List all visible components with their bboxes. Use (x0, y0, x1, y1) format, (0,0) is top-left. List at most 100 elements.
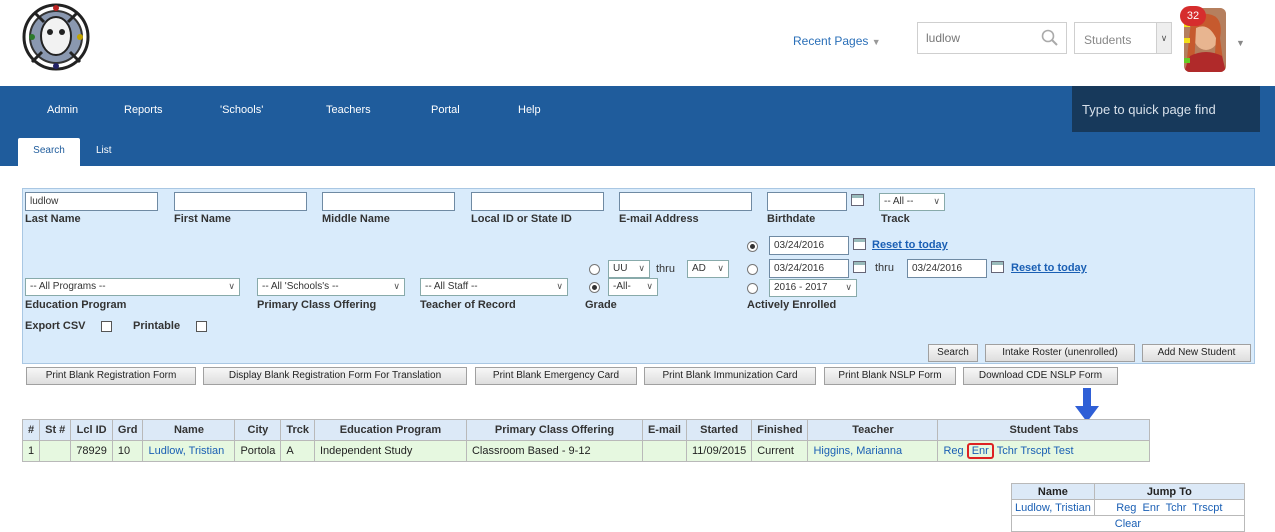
row-started: 11/09/2015 (685, 440, 753, 462)
nav-admin[interactable]: Admin (47, 104, 78, 116)
add-new-student-button[interactable]: Add New Student (1142, 344, 1251, 362)
grade-range-radio[interactable] (589, 264, 600, 275)
teacher-label: Teacher of Record (420, 299, 516, 311)
tab-link-test[interactable]: Test (1053, 445, 1073, 457)
jump-link-enr[interactable]: Enr (1143, 502, 1160, 514)
nav-help[interactable]: Help (518, 104, 541, 116)
jump-links-cell: Reg Enr Tchr Trscpt (1093, 499, 1245, 516)
col-header[interactable]: Name (142, 419, 236, 441)
tab-link-reg[interactable]: Reg (943, 445, 963, 457)
middle-name-input[interactable] (322, 192, 455, 211)
col-header[interactable]: St # (39, 419, 72, 441)
chevron-down-icon[interactable]: ∨ (1156, 23, 1171, 53)
grade-to-select[interactable]: AD (687, 260, 729, 278)
grade-all-radio[interactable] (589, 282, 600, 293)
col-header[interactable]: Finished (751, 419, 809, 441)
enrolled-to-input[interactable]: 03/24/2016 (907, 259, 987, 278)
intake-roster-button[interactable]: Intake Roster (unenrolled) (985, 344, 1135, 362)
email-input[interactable] (619, 192, 752, 211)
col-header[interactable]: Education Program (313, 419, 467, 441)
nav-teachers[interactable]: Teachers (326, 104, 371, 116)
enrolled-year-radio[interactable] (747, 283, 758, 294)
chevron-down-icon[interactable]: ▼ (1236, 38, 1245, 48)
enrolled-date-radio[interactable] (747, 241, 758, 252)
recent-pages-menu[interactable]: Recent Pages ▼ (793, 34, 881, 48)
printable-checkbox[interactable] (196, 321, 207, 332)
birthdate-input[interactable] (767, 192, 847, 211)
jump-link-tchr[interactable]: Tchr (1166, 502, 1187, 514)
recent-pages-label: Recent Pages (793, 34, 869, 48)
col-header[interactable]: E-mail (641, 419, 687, 441)
last-name-label: Last Name (25, 213, 81, 225)
row-st-number (39, 440, 72, 462)
tab-link-tchr[interactable]: Tchr (997, 445, 1018, 457)
teacher-link[interactable]: Higgins, Marianna (807, 440, 939, 462)
tab-search[interactable]: Search (18, 138, 80, 166)
enrolled-year-select[interactable]: 2016 - 2017 (769, 279, 857, 297)
table-row: Clear (1011, 515, 1245, 532)
email-label: E-mail Address (619, 213, 699, 225)
col-header[interactable]: Started (685, 419, 753, 441)
grade-label: Grade (585, 299, 617, 311)
tab-link-enr[interactable]: Enr (966, 443, 994, 459)
print-nslp-form-button[interactable]: Print Blank NSLP Form (824, 367, 956, 385)
nav-schools[interactable]: 'Schools' (220, 104, 263, 116)
display-translation-form-button[interactable]: Display Blank Registration Form For Tran… (203, 367, 467, 385)
student-name-link[interactable]: Ludlow, Tristian (142, 440, 236, 462)
search-icon[interactable] (1041, 29, 1059, 50)
track-label: Track (881, 213, 910, 225)
jump-link-reg[interactable]: Reg (1116, 502, 1136, 514)
education-program-select[interactable]: -- All Programs -- (25, 278, 240, 296)
jump-link-trscpt[interactable]: Trscpt (1192, 502, 1222, 514)
col-header[interactable]: Primary Class Offering (465, 419, 643, 441)
print-emergency-card-button[interactable]: Print Blank Emergency Card (475, 367, 637, 385)
tab-link-trscpt[interactable]: Trscpt (1020, 445, 1050, 457)
teacher-select[interactable]: -- All Staff -- (420, 278, 568, 296)
col-header[interactable]: Grd (111, 419, 144, 441)
nav-portal[interactable]: Portal (431, 104, 460, 116)
enrolled-range-radio[interactable] (747, 264, 758, 275)
col-header[interactable]: Lcl ID (70, 419, 113, 441)
search-button[interactable]: Search (928, 344, 978, 362)
calendar-icon[interactable] (991, 261, 1004, 273)
grade-all-select[interactable]: -All- (608, 278, 658, 296)
printable-label: Printable (133, 320, 181, 332)
col-header[interactable]: # (21, 419, 41, 441)
table-row: 1 78929 10 Ludlow, Tristian Portola A In… (21, 440, 1151, 462)
export-csv-checkbox[interactable] (101, 321, 112, 332)
last-name-input[interactable]: ludlow (25, 192, 158, 211)
row-track: A (280, 440, 315, 462)
reset-to-today-link[interactable]: Reset to today (1011, 262, 1087, 274)
calendar-icon[interactable] (853, 261, 866, 273)
global-search-input[interactable] (918, 23, 1036, 53)
middle-name-label: Middle Name (322, 213, 390, 225)
table-row: Ludlow, Tristian Reg Enr Tchr Trscpt (1011, 499, 1245, 516)
notification-badge[interactable]: 32 (1180, 6, 1206, 26)
calendar-icon[interactable] (853, 238, 866, 250)
enrolled-from-input[interactable]: 03/24/2016 (769, 259, 849, 278)
grade-from-select[interactable]: UU (608, 260, 650, 278)
tab-list[interactable]: List (96, 145, 112, 156)
local-id-input[interactable] (471, 192, 604, 211)
jump-student-name-link[interactable]: Ludlow, Tristian (1011, 499, 1095, 516)
first-name-input[interactable] (174, 192, 307, 211)
clear-link[interactable]: Clear (1011, 515, 1245, 532)
col-header[interactable]: Teacher (807, 419, 939, 441)
print-immunization-card-button[interactable]: Print Blank Immunization Card (644, 367, 816, 385)
calendar-icon[interactable] (851, 194, 864, 206)
row-email (641, 440, 687, 462)
quick-page-find-input[interactable]: Type to quick page find (1072, 86, 1260, 132)
print-blank-registration-button[interactable]: Print Blank Registration Form (26, 367, 196, 385)
school-logo[interactable] (22, 2, 90, 72)
reset-to-today-link[interactable]: Reset to today (872, 239, 948, 251)
col-header[interactable]: City (234, 419, 282, 441)
enrolled-date-input[interactable]: 03/24/2016 (769, 236, 849, 255)
table-header-row: # St # Lcl ID Grd Name City Trck Educati… (21, 419, 1151, 441)
thru-label: thru (875, 262, 894, 274)
track-select[interactable]: -- All -- (879, 193, 945, 211)
download-cde-nslp-button[interactable]: Download CDE NSLP Form (963, 367, 1118, 385)
class-offering-select[interactable]: -- All 'Schools's -- (257, 278, 405, 296)
row-city: Portola (234, 440, 282, 462)
nav-reports[interactable]: Reports (124, 104, 163, 116)
col-header[interactable]: Trck (280, 419, 315, 441)
